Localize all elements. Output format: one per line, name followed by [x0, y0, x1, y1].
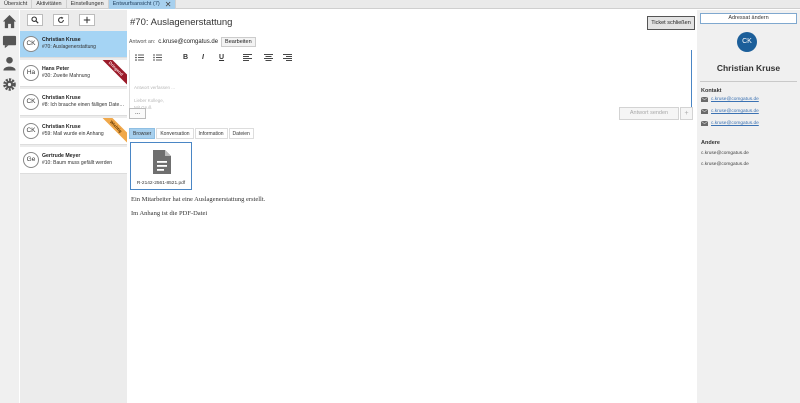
search-button[interactable]: [27, 14, 43, 26]
ticket-item[interactable]: Ha Hans Peter #30: Zweite Mahnung Dringe…: [20, 60, 127, 87]
other-email: c.kruse@comgatus.de: [701, 162, 749, 167]
contact-name: Christian Kruse: [716, 63, 781, 73]
attachment-filename: R-2142-2561-8521.pdf: [136, 181, 186, 186]
add-option-button[interactable]: +: [680, 107, 693, 120]
italic-icon[interactable]: I: [202, 54, 204, 61]
search-icon: [31, 16, 39, 24]
reply-to-address: c.kruse@comgatus.de: [158, 39, 219, 45]
reply-to-label: Antwort an:: [129, 39, 156, 45]
ticket-item[interactable]: CK Christian Kruse #59: Mail wurde ein A…: [20, 118, 127, 145]
contact-heading: Kontakt: [701, 88, 722, 94]
tab-label: Einstellungen: [70, 1, 104, 7]
avatar: CK: [23, 94, 39, 110]
ticket-item[interactable]: Ge Gertrude Meyer #10: Baum muss gefällt…: [20, 147, 127, 174]
tab-label: Übersicht: [4, 1, 28, 7]
avatar: Ha: [23, 65, 39, 81]
other-heading: Andere: [701, 140, 720, 146]
message-line: Ein Mitarbeiter hat eine Auslagenerstatt…: [131, 196, 266, 203]
attachment-tile[interactable]: R-2142-2561-8521.pdf: [130, 142, 192, 190]
top-tab-bar: Übersicht Aktivitäten Einstellungen Entw…: [0, 0, 800, 9]
ticket-item[interactable]: CK Christian Kruse #8: Ich brauche einen…: [20, 89, 127, 116]
bold-icon[interactable]: B: [183, 54, 188, 61]
ticket-sender: Gertrude Meyer: [42, 153, 81, 159]
ticket-sender: Hans Peter: [42, 66, 70, 72]
list-toolbar: [20, 10, 127, 31]
tab-label: Aktivitäten: [36, 1, 62, 7]
ticket-subject: #59: Mail wurde ein Anhang: [42, 131, 104, 137]
more-options-button[interactable]: ...: [129, 108, 146, 119]
tab-information[interactable]: Information: [194, 128, 228, 139]
tab-browser[interactable]: Browser: [129, 128, 156, 139]
tab-draft-view[interactable]: Entwurfsansicht (7) ✕: [108, 0, 177, 9]
edit-button[interactable]: Bearbeiten: [221, 37, 256, 47]
tab-overview[interactable]: Übersicht: [0, 0, 33, 9]
contact-email-link[interactable]: c.kruse@comgatus.de: [711, 109, 759, 114]
ticket-detail: #70: Auslagenerstattung Ticket schließen…: [127, 10, 697, 403]
align-left-icon[interactable]: [243, 54, 252, 63]
home-icon[interactable]: [2, 14, 17, 29]
numbered-list-icon[interactable]: [153, 54, 162, 63]
contact-panel: Adressat ändern CK Christian Kruse Konta…: [697, 10, 800, 403]
divider: [700, 81, 797, 82]
close-ticket-button[interactable]: Ticket schließen: [647, 16, 695, 30]
ticket-sender: Christian Kruse: [42, 37, 81, 43]
underline-icon[interactable]: U: [219, 54, 224, 61]
ticket-title: #70: Auslagenerstattung: [130, 17, 233, 28]
mail-icon: [701, 97, 708, 102]
settings-icon[interactable]: [2, 77, 17, 92]
close-tab-icon[interactable]: ✕: [165, 0, 172, 9]
contact-avatar: CK: [737, 32, 757, 52]
mail-icon: [701, 109, 708, 114]
user-icon[interactable]: [2, 56, 17, 71]
tab-label: Entwurfsansicht (7): [112, 1, 160, 7]
detail-tabs: Browser Konversation Information Dateien: [129, 128, 255, 139]
ticket-item[interactable]: CK Christian Kruse #70: Auslagenerstattu…: [20, 31, 127, 58]
bullet-list-icon[interactable]: [135, 54, 144, 63]
contact-email-row: c.kruse@comgatus.de: [701, 121, 759, 126]
ticket-subject: #8: Ich brauche einen fälligen Datenträg…: [42, 102, 126, 108]
ticket-subject: #10: Baum muss gefällt werden: [42, 160, 113, 166]
refresh-button[interactable]: [53, 14, 69, 26]
avatar: CK: [23, 123, 39, 139]
chat-icon[interactable]: [2, 34, 17, 49]
refresh-icon: [58, 16, 64, 23]
contact-email-row: c.kruse@comgatus.de: [701, 97, 759, 102]
ticket-subject: #30: Zweite Mahnung: [42, 73, 91, 79]
editor-placeholder: Antwort verfassen ...: [134, 85, 176, 90]
add-icon: [83, 16, 91, 24]
contact-email-link[interactable]: c.kruse@comgatus.de: [711, 97, 759, 102]
ticket-sender: Christian Kruse: [42, 124, 81, 130]
reply-to-row: Antwort an: c.kruse@comgatus.de Bearbeit…: [129, 37, 256, 47]
signature-line: Lieber Kollege,: [134, 98, 165, 103]
icon-rail: [0, 10, 19, 403]
tab-conversation[interactable]: Konversation: [156, 128, 194, 139]
align-center-icon[interactable]: [264, 54, 273, 63]
pdf-file-icon: [153, 150, 171, 174]
mail-icon: [701, 121, 708, 126]
change-recipient-button[interactable]: Adressat ändern: [700, 13, 797, 24]
avatar: Ge: [23, 152, 39, 168]
tab-files[interactable]: Dateien: [228, 128, 254, 139]
avatar: CK: [23, 36, 39, 52]
add-ticket-button[interactable]: [79, 14, 95, 26]
tab-activities[interactable]: Aktivitäten: [32, 0, 67, 9]
message-line: Im Anhang ist die PDF-Datei: [131, 210, 208, 217]
ticket-subject: #70: Auslagenerstattung: [42, 44, 96, 50]
reply-editor[interactable]: B I U Antwort verfassen ... Lieber Kolle…: [129, 50, 692, 112]
ticket-sender: Christian Kruse: [42, 95, 81, 101]
send-reply-button[interactable]: Antwort senden: [619, 107, 679, 120]
ticket-list-panel: CK Christian Kruse #70: Auslagenerstattu…: [20, 10, 127, 403]
tab-settings[interactable]: Einstellungen: [67, 0, 109, 9]
contact-email-link[interactable]: c.kruse@comgatus.de: [711, 121, 759, 126]
other-email: c.kruse@comgatus.de: [701, 151, 749, 156]
align-right-icon[interactable]: [283, 54, 292, 63]
contact-email-row: c.kruse@comgatus.de: [701, 109, 759, 114]
